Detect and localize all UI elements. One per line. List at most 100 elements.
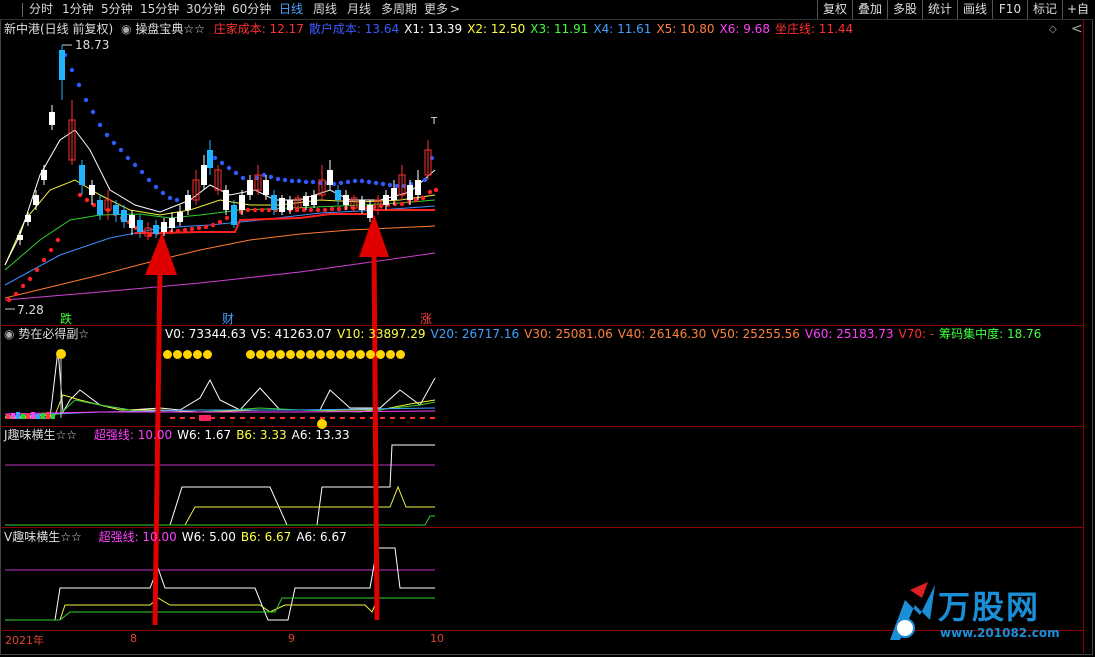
panel4-yellow-line: [5, 597, 435, 621]
blue-dot: [352, 178, 358, 184]
candle-body: [343, 195, 349, 205]
panel2-indicator-value: V40: 26146.30: [617, 327, 707, 341]
candle-body: [271, 195, 277, 210]
time-tick: 10: [430, 632, 444, 645]
red-dot: [252, 207, 258, 213]
panel2-indicator-value: V50: 25255.56: [711, 327, 800, 341]
blue-dot: [111, 140, 117, 146]
candle-body: [327, 170, 333, 185]
panel3-header: J趣味横生☆☆ 超强线: 10.00 W6: 1.67 B6: 3.33 A6: 13…: [4, 427, 350, 443]
candle-body: [201, 165, 207, 185]
red-dot: [13, 291, 19, 297]
candle-body: [207, 150, 213, 168]
panel2-indicator-value: V20: 26717.16: [430, 327, 520, 341]
candle-body: [311, 195, 317, 205]
red-dot: [433, 187, 439, 193]
red-dot: [245, 207, 251, 213]
candle-body: [59, 50, 65, 80]
blue-dot: [83, 97, 89, 103]
blue-dot: [422, 177, 428, 183]
panel2-top-marker: [56, 349, 66, 359]
red-dot: [55, 237, 61, 243]
indicator-toggle-icon[interactable]: ◉: [4, 327, 14, 341]
candle-body: [33, 195, 39, 205]
panel4-indicator-value: W6: 5.00: [181, 530, 236, 544]
blue-dot: [118, 147, 124, 153]
yellow-dot: [306, 350, 315, 359]
panel4-indicator-value: 超强线: 10.00: [98, 530, 177, 544]
candlestick-series: [17, 45, 432, 245]
blue-dot: [104, 132, 110, 138]
red-dot: [406, 199, 412, 205]
candle-body: [391, 188, 397, 200]
candle-body: [113, 205, 119, 215]
panel2-yellow-dots-b: [246, 348, 406, 359]
candle-body: [303, 196, 309, 206]
candle-body: [335, 190, 341, 200]
red-dot: [203, 224, 209, 230]
blue-dot: [174, 197, 180, 203]
panel4-indicator-value: B6: 6.67: [240, 530, 292, 544]
panel3-indicator-name[interactable]: J趣味横生☆☆: [4, 428, 77, 442]
yellow-dot: [286, 350, 295, 359]
candle-body: [161, 222, 167, 232]
blue-dot: [310, 179, 316, 185]
candle-body: [247, 180, 253, 195]
candle-body: [239, 195, 245, 210]
blue-dot: [153, 184, 159, 190]
panel2-yellow-line: [4, 394, 436, 419]
panel2-bar: [41, 413, 45, 419]
yellow-dot: [336, 350, 345, 359]
panel4-indicator-name[interactable]: V趣味横生☆☆: [4, 530, 82, 544]
panel2-white-line: [5, 349, 436, 419]
panel2-bar: [36, 414, 40, 419]
candle-body: [153, 225, 159, 234]
yellow-dot: [376, 350, 385, 359]
blue-dot: [373, 180, 379, 186]
signal-zhang-label: 涨: [420, 312, 433, 326]
candle-body: [49, 112, 55, 125]
panel4-green-line: [5, 597, 435, 621]
red-dot: [315, 207, 321, 213]
time-tick: 8: [130, 632, 137, 645]
panel3-green-line: [5, 515, 435, 526]
signal-die-label: 跌: [60, 312, 73, 326]
blue-dot: [366, 179, 372, 185]
panel2-header: ◉ 势在必得副☆: [4, 326, 89, 342]
blue-dot: [387, 182, 393, 188]
panel3-indicator-value: A6: 13.33: [291, 428, 350, 442]
red-dot: [329, 206, 335, 212]
panel3-yellow-line: [5, 485, 435, 526]
blue-dot: [90, 109, 96, 115]
panel2-indicator-name[interactable]: 势在必得副☆: [18, 327, 89, 341]
yellow-dot: [386, 350, 395, 359]
candle-body: [137, 220, 143, 232]
red-dot: [182, 227, 188, 233]
panel4-header: V趣味横生☆☆ 超强线: 10.00 W6: 5.00 B6: 6.67 A6: 6.…: [4, 529, 347, 545]
yellow-dot: [266, 350, 275, 359]
red-dot: [48, 247, 54, 253]
panel2-bar: [26, 413, 30, 419]
signal-cai-label: 财: [222, 312, 235, 326]
yellow-dot: [326, 350, 335, 359]
red-dot: [34, 267, 40, 273]
candle-body: [279, 198, 285, 212]
panel4-indicator-value: A6: 6.67: [296, 530, 347, 544]
panel2-bar: [46, 412, 50, 419]
blue-dot: [345, 179, 351, 185]
red-dot: [266, 207, 272, 213]
blue-dot: [160, 190, 166, 196]
red-dot: [20, 283, 26, 289]
candle-body: [25, 215, 31, 222]
red-dot: [41, 257, 47, 263]
red-dot: [427, 189, 433, 195]
panel2-bar: [6, 414, 10, 419]
panel3-indicator-value: W6: 1.67: [177, 428, 232, 442]
blue-dot: [296, 178, 302, 184]
blue-dot: [380, 181, 386, 187]
yellow-dot: [366, 350, 375, 359]
blue-dot: [212, 155, 218, 161]
candle-body: [89, 185, 95, 195]
red-dot: [196, 225, 202, 231]
red-dot: [259, 207, 265, 213]
